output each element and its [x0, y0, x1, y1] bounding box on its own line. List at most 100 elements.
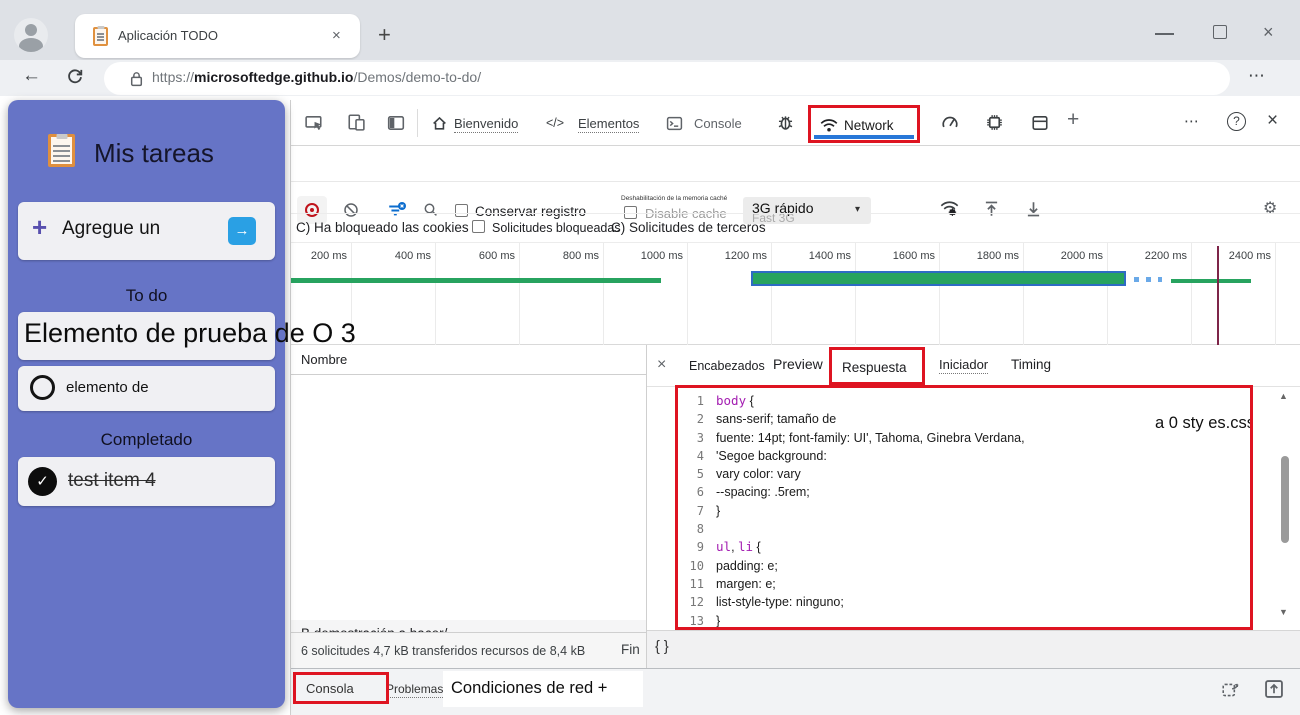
tab-network-highlight-box[interactable]: Network [808, 105, 920, 143]
inspect-element-icon[interactable] [305, 114, 323, 132]
request-bar-selected[interactable] [751, 271, 1126, 286]
request-dot[interactable] [1146, 277, 1151, 282]
drawer-tab-network-conditions[interactable]: Condiciones de red + [451, 679, 607, 698]
code-line: 12 list-style-type: ninguno; [678, 593, 1250, 611]
code-line: 10 padding: e; [678, 557, 1250, 575]
timeline-tick-label: 2400 ms [1228, 250, 1271, 262]
refresh-icon[interactable] [66, 67, 84, 85]
blocked-cookies-checkbox[interactable] [472, 220, 485, 233]
code-line: 5 vary color: vary [678, 465, 1250, 483]
tab-strip: Aplicación TODO × + × [0, 0, 1300, 60]
minimize-icon[interactable] [1155, 33, 1174, 35]
add-task-go-button[interactable]: → [228, 217, 256, 245]
request-dot[interactable] [1158, 277, 1162, 282]
tab-initiator[interactable]: Iniciador [939, 357, 989, 374]
todo-item-row[interactable]: Elemento de prueba de O 3 [18, 312, 356, 360]
new-tab-icon[interactable]: + [378, 22, 391, 48]
browser-window: Aplicación TODO × + × ← https://microsof… [0, 0, 1300, 715]
load-event-line [1217, 246, 1219, 345]
drawer-tab-problems[interactable]: Problemas [386, 682, 444, 698]
tab-response[interactable]: Respuesta [842, 360, 907, 375]
line-number: 5 [696, 467, 704, 482]
third-party-label: C) Solicitudes de terceros [611, 220, 766, 235]
finish-label: Fin [621, 642, 640, 657]
code-line: 7} [678, 502, 1250, 520]
code-line: 11 margen: e; [678, 575, 1250, 593]
todo-item-text-overflow: Elemento de prueba de O 3 [24, 318, 356, 348]
tab-console[interactable]: Console [694, 116, 742, 131]
response-overlay-note: a 0 sty es.css [1155, 414, 1253, 432]
response-close-icon[interactable]: × [657, 356, 666, 374]
request-dot[interactable] [1134, 277, 1139, 282]
code-text: margen: e; [716, 576, 776, 591]
line-number: 12 [689, 595, 704, 610]
format-button[interactable]: { } [655, 639, 669, 655]
devtools-drawer: Consola Problemas Condiciones de red + [291, 668, 1300, 715]
add-task-input[interactable] [60, 217, 220, 241]
profile-avatar[interactable] [14, 18, 48, 52]
response-scrollbar[interactable]: ▲ ▼ [1277, 389, 1293, 631]
add-task-row: + → [18, 202, 275, 260]
tab-headers[interactable]: Encabezados [689, 359, 765, 373]
response-code-box: 1 body {2 sans-serif; tamaño de 3 fuente: … [675, 385, 1253, 630]
back-icon[interactable]: ← [22, 65, 41, 87]
device-emulation-icon[interactable] [347, 113, 365, 131]
code-line: 4 'Segoe background: [678, 447, 1250, 465]
memory-chip-icon[interactable] [985, 113, 1004, 132]
devtools-close-icon[interactable]: × [1267, 110, 1278, 132]
todo-app-logo-clipboard-icon [48, 134, 75, 167]
line-number: 10 [689, 558, 704, 573]
requests-table-header[interactable]: Nombre [291, 345, 646, 375]
network-toolbar: Conservar registro Deshabilitación de la… [291, 146, 1300, 225]
browser-more-icon[interactable]: ⋯ [1248, 66, 1266, 86]
code-line: 9 ul, li { [678, 538, 1250, 556]
more-tabs-plus-icon[interactable]: + [1067, 108, 1079, 132]
code-text: --spacing: .5rem; [716, 485, 810, 500]
scrollbar-thumb[interactable] [1281, 456, 1289, 543]
scroll-up-icon[interactable]: ▲ [1279, 391, 1288, 401]
highlight-box-base-css [293, 672, 389, 704]
drawer-expand-icon[interactable] [1263, 678, 1285, 700]
console-panel-icon[interactable] [666, 115, 683, 132]
tab-network[interactable]: Network [844, 118, 894, 133]
address-bar[interactable]: https://microsoftedge.github.io/Demos/de… [104, 62, 1230, 95]
maximize-icon[interactable] [1213, 25, 1227, 39]
timeline-gridline [1191, 243, 1192, 345]
dock-side-icon[interactable] [387, 114, 405, 132]
tab-timing[interactable]: Timing [1011, 357, 1051, 372]
performance-gauge-icon[interactable] [941, 114, 959, 132]
scroll-down-icon[interactable]: ▼ [1279, 607, 1288, 617]
bug-icon[interactable] [776, 113, 795, 132]
browser-tab[interactable]: Aplicación TODO × [75, 14, 360, 58]
todo-app-title: Mis tareas [94, 138, 214, 168]
tab-welcome[interactable]: Bienvenido [454, 116, 519, 133]
tab-close-icon[interactable]: × [332, 27, 341, 44]
tab-response-highlight-box[interactable]: Respuesta [829, 347, 925, 385]
line-number: 2 [696, 412, 704, 427]
window-close-icon[interactable]: × [1263, 22, 1274, 43]
tab-preview[interactable]: Preview [773, 356, 823, 372]
timeline-overview[interactable]: 200 ms 400 ms 600 ms 800 ms 1000 ms 1200 ms 14… [291, 243, 1300, 345]
timeline-tick-label: 1200 ms [724, 250, 767, 262]
request-bar-green[interactable] [1171, 279, 1251, 283]
drawer-dock-icon[interactable] [1221, 680, 1241, 700]
line-number: 3 [696, 430, 704, 445]
network-filter-row: C) Invertir Ocultar direcciones URL de d… [291, 182, 1300, 292]
help-icon[interactable]: ? [1227, 112, 1246, 131]
completed-item-checkbox[interactable]: ✓ [28, 467, 57, 496]
layout-panel-icon[interactable] [1031, 114, 1049, 132]
devtools-more-icon[interactable]: ⋯ [1184, 112, 1199, 130]
add-plus-icon: + [32, 212, 48, 242]
home-icon[interactable] [431, 115, 448, 132]
todo-item-checkbox[interactable] [30, 375, 55, 400]
completed-item-row[interactable]: ✓ test item 4 [18, 457, 275, 506]
todo-item-row[interactable]: elemento de [18, 366, 275, 411]
completed-section-heading: Completado [100, 430, 193, 449]
line-number: 11 [689, 576, 704, 591]
requests-summary: 6 solicitudes 4,7 kB transferidos recurs… [301, 644, 586, 658]
blocked-requests-label[interactable]: Solicitudes bloqueadas [492, 221, 621, 235]
request-bar-green[interactable] [291, 278, 661, 283]
tab-elements[interactable]: Elementos [578, 116, 640, 133]
lock-icon[interactable] [130, 71, 143, 87]
timeline-gridline [1275, 243, 1276, 345]
